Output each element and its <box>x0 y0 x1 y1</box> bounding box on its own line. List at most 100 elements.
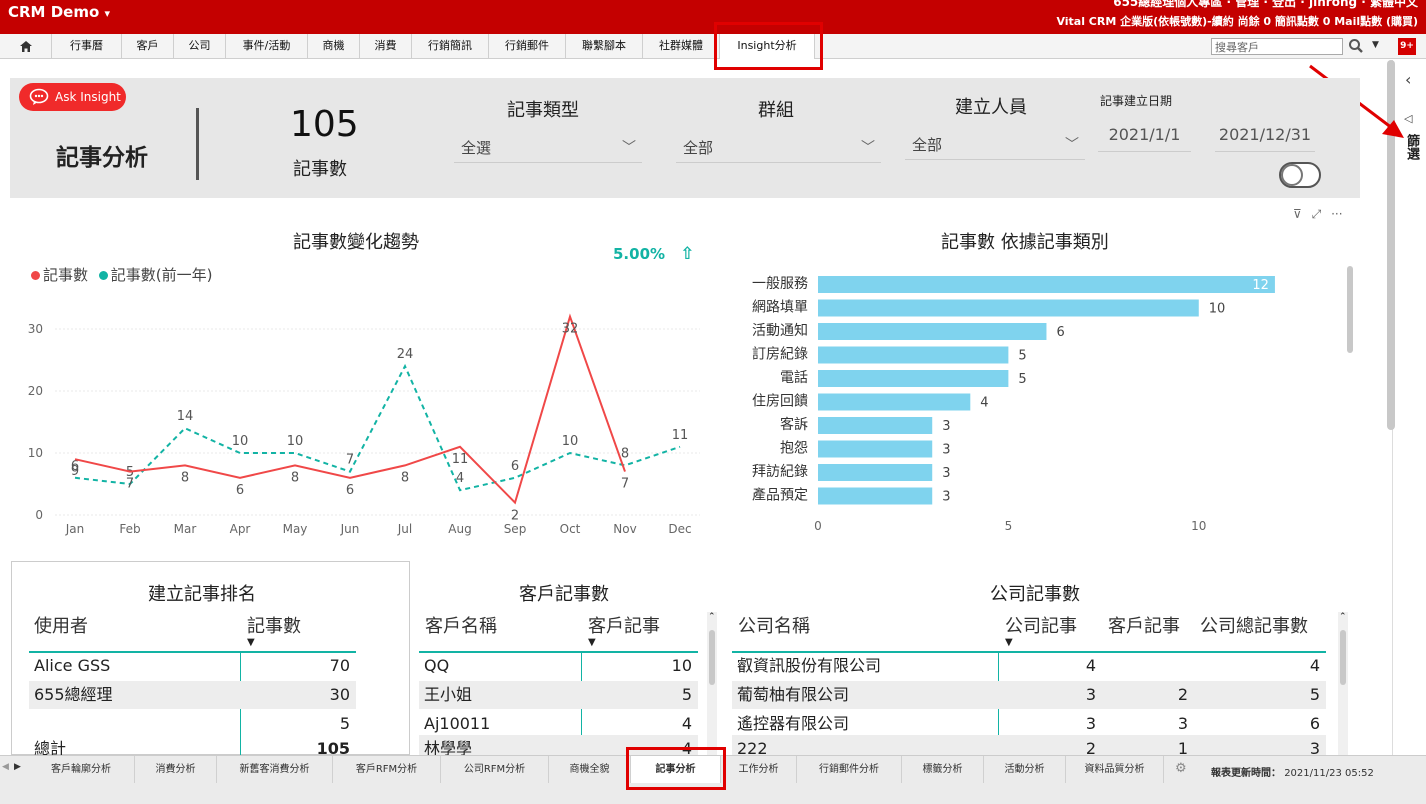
license-info[interactable]: Vital CRM 企業版(依帳號數)-續約 尚餘 0 簡訊點數 0 Mail點… <box>1056 13 1418 29</box>
x-tick-label: Nov <box>613 522 636 536</box>
nav-scripts[interactable]: 聯繫腳本 <box>566 34 643 59</box>
companies-scrollbar[interactable]: ⌃ <box>1338 612 1348 755</box>
more-options-icon[interactable]: ··· <box>1331 207 1342 221</box>
table-row[interactable]: 叡資訊股份有限公司 4 4 <box>732 652 1326 680</box>
ask-insight-label: Ask Insight <box>55 90 121 104</box>
x-tick-label: 10 <box>1191 519 1206 533</box>
nav-purchases[interactable]: 消費 <box>360 34 412 59</box>
data-label: 4 <box>456 471 464 486</box>
data-label: 3 <box>942 490 950 505</box>
x-tick-label: Dec <box>668 522 691 536</box>
data-label: 8 <box>401 470 409 485</box>
data-label: 3 <box>942 419 950 434</box>
table-row[interactable]: 5 <box>29 710 356 738</box>
creator-filter-dropdown[interactable]: 全部 ﹀ <box>905 130 1085 160</box>
table-row[interactable]: QQ 10 <box>419 652 698 680</box>
tab-tasks[interactable]: 工作分析 <box>721 756 797 783</box>
type-filter-dropdown[interactable]: 全選 ﹀ <box>454 133 642 163</box>
tab-activities[interactable]: 活動分析 <box>984 756 1066 783</box>
nav-email[interactable]: 行銷郵件 <box>489 34 566 59</box>
nav-opportunities[interactable]: 商機 <box>308 34 360 59</box>
tab-customer-rfm[interactable]: 客戶RFM分析 <box>333 756 441 783</box>
sort-desc-icon[interactable]: ▼ <box>588 637 596 648</box>
date-from-input[interactable]: 2021/1/1 <box>1098 118 1191 152</box>
search-icon[interactable] <box>1348 38 1364 58</box>
tab-purchase[interactable]: 消費分析 <box>135 756 217 783</box>
series-line-previous <box>74 313 626 505</box>
top-bar: CRM Demo ▾ 655總經理個人專區 · 管理 · 登出 · jinron… <box>0 0 1426 34</box>
nav-calendar[interactable]: 行事曆 <box>52 34 122 59</box>
tab-email[interactable]: 行銷郵件分析 <box>797 756 902 783</box>
notification-badge[interactable]: 9+ <box>1398 38 1416 55</box>
companies-col-total[interactable]: 公司總記事數 <box>1200 612 1308 638</box>
companies-col-company-count[interactable]: 公司記事 <box>1005 612 1077 638</box>
type-filter-label: 記事類型 <box>507 100 579 121</box>
customers-col-name[interactable]: 客戶名稱 <box>425 612 497 638</box>
nav-social[interactable]: 社群媒體 <box>643 34 720 59</box>
x-tick-label: Oct <box>560 522 581 536</box>
gear-icon[interactable]: ⚙ <box>1175 761 1187 776</box>
category-label: 客訴 <box>780 416 808 433</box>
nav-sms[interactable]: 行銷簡訊 <box>412 34 489 59</box>
date-to-input[interactable]: 2021/12/31 <box>1215 118 1315 152</box>
companies-col-customer-count[interactable]: 客戶記事 <box>1108 612 1180 638</box>
ranking-col-user[interactable]: 使用者 <box>34 612 88 638</box>
bar <box>818 299 1199 317</box>
data-label: 11 <box>672 428 689 443</box>
nav-companies[interactable]: 公司 <box>174 34 226 59</box>
data-label: 12 <box>1252 278 1269 293</box>
customers-col-count[interactable]: 客戶記事 <box>588 612 660 638</box>
sort-desc-icon[interactable]: ▼ <box>1005 637 1013 648</box>
ranking-col-count[interactable]: 記事數 <box>247 612 301 638</box>
tabs-next-icon[interactable]: ▶ <box>14 762 21 772</box>
x-tick-label: Aug <box>448 522 471 536</box>
nav-events[interactable]: 事件/活動 <box>226 34 308 59</box>
line-chart: 0 10 20 30 Jan Feb Mar Apr May Jun Jul Aug Sep Oct Nov… <box>28 313 700 536</box>
table-row[interactable]: 遙控器有限公司 3 3 6 <box>732 710 1326 738</box>
table-row[interactable]: 葡萄柚有限公司 3 2 5 <box>732 681 1326 709</box>
table-row[interactable]: Aj10011 4 <box>419 710 698 738</box>
data-label: 9 <box>71 464 79 479</box>
sort-desc-icon[interactable]: ▼ <box>247 637 255 648</box>
home-icon[interactable] <box>0 34 52 59</box>
tab-tags[interactable]: 標籤分析 <box>902 756 984 783</box>
companies-col-name[interactable]: 公司名稱 <box>738 612 810 638</box>
user-links[interactable]: 655總經理個人專區 · 管理 · 登出 · jinrong · 繁體中文 <box>1113 0 1418 10</box>
tab-company-rfm[interactable]: 公司RFM分析 <box>441 756 549 783</box>
expand-icon[interactable]: ⤢ <box>1312 207 1322 221</box>
x-tick-label: Sep <box>504 522 527 536</box>
group-filter-dropdown[interactable]: 全部 ﹀ <box>676 133 881 163</box>
table-row[interactable]: 655總經理 30 <box>29 681 356 709</box>
bar <box>818 464 933 481</box>
table-row[interactable]: 王小姐 5 <box>419 681 698 709</box>
highlight-insight-tab <box>714 22 823 70</box>
tabs-prev-icon[interactable]: ◀ <box>2 762 9 772</box>
title-divider <box>196 108 199 180</box>
filter-side-panel: ‹ ◁ 篩選 <box>1392 60 1426 755</box>
table-row[interactable]: Alice GSS 70 <box>29 652 356 680</box>
data-label: 10 <box>1209 302 1226 317</box>
bar <box>818 487 933 505</box>
filter-icon[interactable]: ⊽ <box>1293 207 1302 221</box>
highlight-notes-tab <box>626 747 726 790</box>
y-tick-label: 0 <box>35 508 43 522</box>
date-range-slider[interactable] <box>1279 162 1321 188</box>
tab-customer-profile[interactable]: 客戶輪廓分析 <box>28 756 135 783</box>
line-chart-title: 記事數變化趨勢 <box>293 232 419 253</box>
search-input[interactable]: 搜尋客戶 <box>1211 38 1343 55</box>
app-title[interactable]: CRM Demo ▾ <box>8 3 110 21</box>
category-label: 住房回饋 <box>752 393 808 410</box>
ask-insight-button[interactable]: Ask Insight <box>19 83 126 111</box>
legend-dot-current <box>31 271 40 280</box>
data-label: 10 <box>232 434 249 449</box>
nav-customers[interactable]: 客戶 <box>122 34 174 59</box>
bar <box>818 393 971 411</box>
tab-new-old[interactable]: 新舊客消費分析 <box>217 756 333 783</box>
tab-data-quality[interactable]: 資料品質分析 <box>1066 756 1164 783</box>
bar-chart-scrollbar[interactable] <box>1347 266 1353 353</box>
x-tick-label: May <box>283 522 308 536</box>
customers-scrollbar[interactable]: ⌃ <box>707 612 717 755</box>
tab-opportunity[interactable]: 商機全貌 <box>549 756 631 783</box>
category-label: 電話 <box>780 369 808 386</box>
search-dropdown-icon[interactable]: ▼ <box>1372 40 1379 50</box>
